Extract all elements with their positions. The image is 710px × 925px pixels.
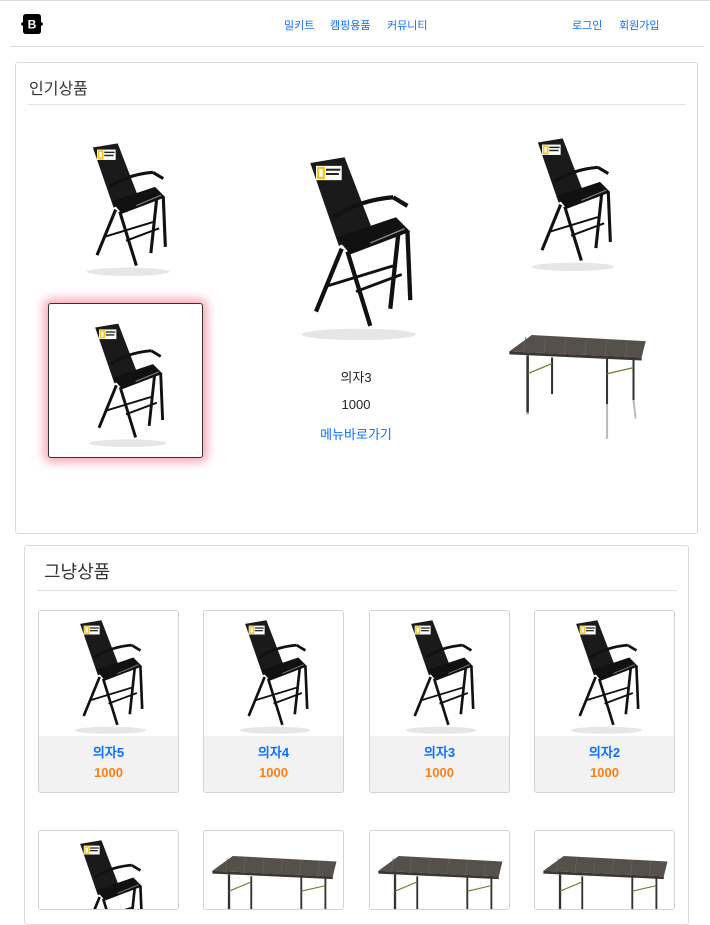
product-name[interactable]: 의자3 xyxy=(370,742,509,761)
product-name[interactable]: 의자2 xyxy=(535,742,674,761)
nav-link-camping-gear[interactable]: 캠핑용품 xyxy=(330,17,370,33)
regular-title-rule xyxy=(37,590,677,591)
product-card[interactable]: 의자2 1000 xyxy=(534,610,675,793)
product-info: 의자5 1000 xyxy=(39,736,178,792)
product-price: 1000 xyxy=(425,765,454,780)
product-chair-image xyxy=(204,611,343,736)
bootstrap-icon[interactable]: B xyxy=(20,13,44,35)
nav-link-community[interactable]: 커뮤니티 xyxy=(387,17,427,33)
active-item-name: 의자3 xyxy=(340,370,372,385)
menu-shortcut-link[interactable]: 메뉴바로가기 xyxy=(256,424,456,443)
product-card[interactable] xyxy=(203,830,344,910)
selected-thumbnail[interactable] xyxy=(48,303,203,458)
brand-letter: B xyxy=(28,18,37,32)
product-price: 1000 xyxy=(94,765,123,780)
product-info: 의자2 1000 xyxy=(535,736,674,792)
product-card[interactable]: 의자4 1000 xyxy=(203,610,344,793)
product-info: 의자4 1000 xyxy=(204,736,343,792)
product-card[interactable] xyxy=(534,830,675,910)
popular-products-panel: 인기상품 의자3 1000 메뉴바로가기 xyxy=(15,62,698,534)
product-chair-image xyxy=(39,831,178,909)
product-name[interactable]: 의자5 xyxy=(39,742,178,761)
product-name[interactable]: 의자4 xyxy=(204,742,343,761)
product-chair-image xyxy=(370,611,509,736)
product-chair-image xyxy=(39,611,178,736)
product-card[interactable]: 의자5 1000 xyxy=(38,610,179,793)
popular-table-image[interactable] xyxy=(504,333,649,445)
regular-products-panel: 그냥상품 의자5 1000 의자4 1000 의자3 1000 의자2 1000 xyxy=(24,545,689,925)
active-item-price: 1000 xyxy=(341,397,371,412)
signup-link[interactable]: 회원가입 xyxy=(619,17,659,33)
product-table-image xyxy=(204,831,343,909)
nav-link-mealkit[interactable]: 밀키트 xyxy=(284,17,314,33)
regular-title: 그냥상품 xyxy=(44,562,111,582)
product-table-image xyxy=(370,831,509,909)
login-link[interactable]: 로그인 xyxy=(572,17,602,33)
product-card[interactable] xyxy=(38,830,179,910)
popular-chair-image[interactable] xyxy=(66,133,186,278)
popular-active-chair-image[interactable] xyxy=(276,143,436,343)
product-card[interactable]: 의자3 1000 xyxy=(369,610,510,793)
product-price: 1000 xyxy=(590,765,619,780)
popular-title: 인기상품 xyxy=(29,81,88,98)
selected-chair-image xyxy=(71,314,181,449)
product-info: 의자3 1000 xyxy=(370,736,509,792)
popular-title-rule xyxy=(28,104,685,105)
popular-chair-image[interactable] xyxy=(511,128,631,273)
top-navbar: B 밀키트 캠핑용품 커뮤니티 로그인 회원가입 xyxy=(0,0,710,47)
navbar-divider xyxy=(10,46,704,47)
product-chair-image xyxy=(535,611,674,736)
product-card[interactable] xyxy=(369,830,510,910)
product-table-image xyxy=(535,831,674,909)
product-price: 1000 xyxy=(259,765,288,780)
